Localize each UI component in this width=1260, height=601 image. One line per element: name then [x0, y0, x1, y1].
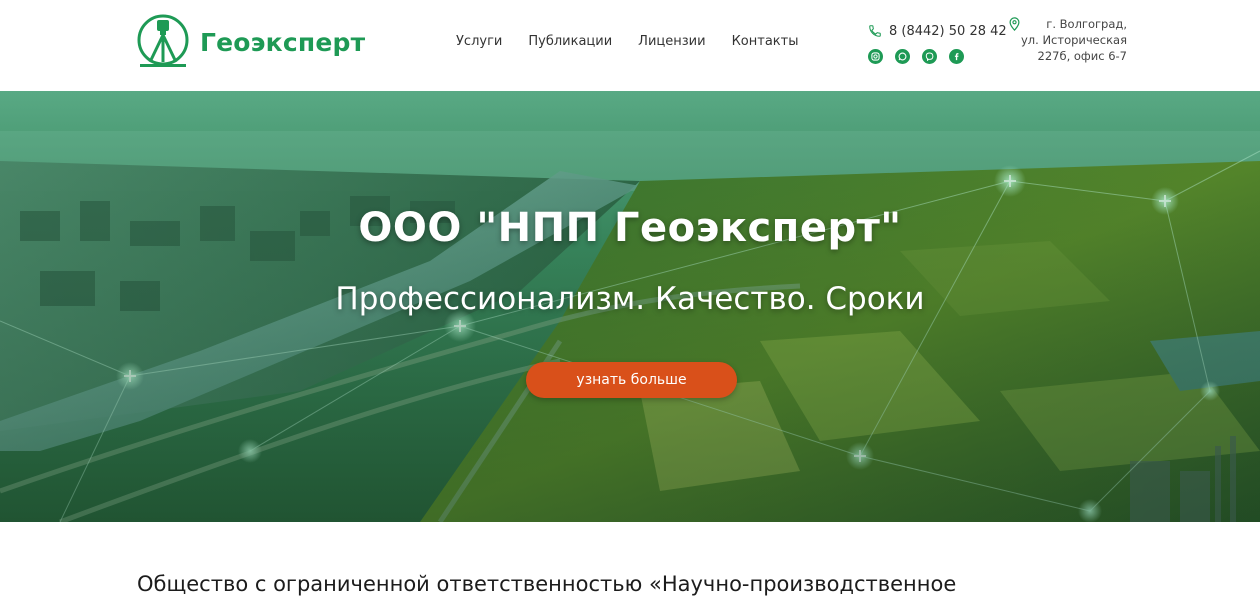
nav-item-services[interactable]: Услуги [456, 34, 502, 49]
whatsapp-icon[interactable] [895, 49, 910, 64]
address-block: г. Волгоград, ул. Историческая 227б, офи… [997, 16, 1127, 64]
logo-text: Геоэксперт [200, 27, 366, 57]
nav-item-licenses[interactable]: Лицензии [638, 34, 705, 49]
phone-link[interactable]: 8 (8442) 50 28 42 [889, 24, 1007, 39]
address-line-street: ул. Историческая [1020, 33, 1127, 47]
hero-title: ООО "НПП Геоэксперт" [358, 205, 902, 251]
nav-item-publications[interactable]: Публикации [528, 34, 612, 49]
main-nav: Услуги Публикации Лицензии Контакты [456, 31, 798, 51]
address-line-office: 227б, офис 6-7 [1037, 49, 1127, 63]
hero-banner: ООО "НПП Геоэксперт" Профессионализм. Ка… [0, 91, 1260, 522]
theodolite-logo-icon [137, 14, 189, 67]
site-header: Геоэксперт Услуги Публикации Лицензии Ко… [0, 0, 1260, 91]
hero-subtitle: Профессионализм. Качество. Сроки [335, 281, 925, 317]
viber-icon[interactable] [922, 49, 937, 64]
learn-more-button[interactable]: узнать больше [526, 362, 737, 398]
nav-item-contacts[interactable]: Контакты [732, 34, 799, 49]
company-intro-text: Общество с ограниченной ответственностью… [137, 572, 957, 596]
instagram-icon[interactable] [868, 49, 883, 64]
map-pin-icon [1009, 17, 1020, 31]
facebook-icon[interactable] [949, 49, 964, 64]
contact-block: 8 (8442) 50 28 42 [868, 22, 1008, 64]
phone-icon [869, 25, 881, 37]
logo-link[interactable]: Геоэксперт [136, 14, 365, 70]
phone-row: 8 (8442) 50 28 42 [868, 22, 1008, 40]
social-links [868, 49, 1008, 64]
